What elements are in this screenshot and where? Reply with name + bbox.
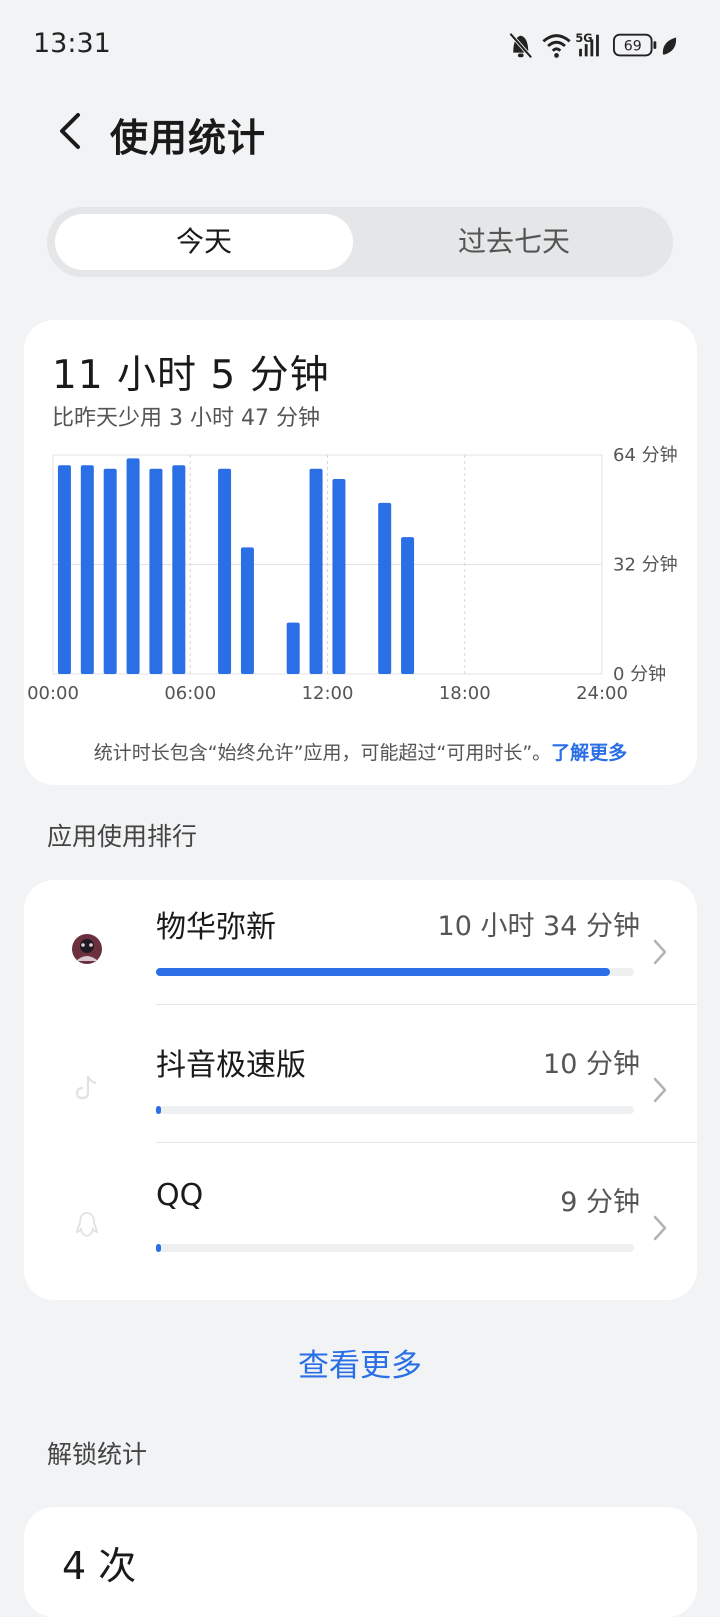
usage-bar-track xyxy=(156,968,634,976)
hourly-usage-chart: 00:00 06:00 12:00 18:00 24:00 64 分钟 32 分钟 0 分钟 xyxy=(27,445,678,704)
usage-bar-hour-5 xyxy=(172,465,186,674)
usage-bar-hour-1 xyxy=(80,465,94,674)
qq-icon xyxy=(75,1212,99,1237)
learn-more-link[interactable]: 了解更多 xyxy=(551,742,627,764)
usage-bar-hour-14 xyxy=(378,502,392,674)
usage-bar-hour-10 xyxy=(286,622,300,674)
usage-bar-track xyxy=(156,1106,634,1114)
x-tick-label: 06:00 xyxy=(164,683,216,704)
row-divider xyxy=(156,1004,697,1005)
unlock-stats-heading: 解锁统计 xyxy=(47,1440,148,1469)
unlock-count: 4 次 xyxy=(62,1544,137,1588)
status-bar: 13:31 5G 69 xyxy=(0,0,720,90)
leaf-icon xyxy=(662,37,677,55)
usage-note: 统计时长包含“始终允许”应用，可能超过“可用时长”。了解更多 xyxy=(24,738,697,765)
app-usage-time: 9 分钟 xyxy=(560,1187,640,1218)
app-ranking-card: 物华弥新 10 小时 34 分钟 抖音极速版 10 分钟 QQ 9 分钟 xyxy=(24,880,697,1300)
status-icons: 5G 69 xyxy=(508,32,677,59)
app-avatar-icon xyxy=(72,934,102,964)
usage-bar-hour-3 xyxy=(126,458,140,674)
usage-note-text: 统计时长包含“始终允许”应用，可能超过“可用时长”。 xyxy=(93,742,552,764)
usage-bar-hour-11 xyxy=(309,468,323,674)
y-tick-label: 32 分钟 xyxy=(613,555,678,576)
x-tick-label: 24:00 xyxy=(576,683,628,704)
usage-bar-hour-7 xyxy=(218,468,232,674)
usage-bar-fill xyxy=(156,1106,161,1114)
y-tick-label: 0 分钟 xyxy=(613,664,666,685)
ranking-row-2[interactable]: 抖音极速版 10 分钟 xyxy=(24,1018,697,1158)
app-name: 抖音极速版 xyxy=(156,1048,306,1083)
header: 使用统计 xyxy=(0,95,720,175)
usage-bar-track xyxy=(156,1244,634,1252)
usage-summary-card: 11 小时 5 分钟 比昨天少用 3 小时 47 分钟 00:00 06:00 12… xyxy=(24,320,697,785)
tab-past-seven-days[interactable]: 过去七天 xyxy=(363,214,665,270)
usage-bar-fill xyxy=(156,968,611,976)
unlock-stats-card: 4 次 xyxy=(24,1507,697,1617)
chevron-right-icon xyxy=(653,1077,667,1103)
row-divider xyxy=(156,1142,697,1143)
app-usage-time: 10 分钟 xyxy=(543,1049,640,1080)
total-usage-time: 11 小时 5 分钟 xyxy=(52,353,330,398)
usage-bar-hour-0 xyxy=(57,465,71,674)
ranking-row-3[interactable]: QQ 9 分钟 xyxy=(24,1156,697,1296)
y-tick-label: 64 分钟 xyxy=(613,445,678,466)
app-usage-time: 10 小时 34 分钟 xyxy=(437,911,640,942)
status-time: 13:31 xyxy=(33,28,111,59)
usage-bar-hour-2 xyxy=(103,468,117,674)
usage-bar-fill xyxy=(156,1244,161,1252)
app-name: 物华弥新 xyxy=(156,910,276,945)
view-more-button[interactable]: 查看更多 xyxy=(0,1340,720,1385)
chevron-right-icon xyxy=(653,939,667,965)
app-name: QQ xyxy=(156,1178,204,1213)
x-tick-label: 12:00 xyxy=(302,683,354,704)
svg-text:5G: 5G xyxy=(575,32,592,45)
usage-bar-hour-15 xyxy=(401,537,415,674)
tab-today[interactable]: 今天 xyxy=(55,214,353,270)
app-ranking-heading: 应用使用排行 xyxy=(47,822,198,851)
usage-bar-hour-12 xyxy=(332,478,346,674)
ranking-row-1[interactable]: 物华弥新 10 小时 34 分钟 xyxy=(24,880,697,1020)
wifi-icon xyxy=(542,34,571,58)
usage-bar-hour-4 xyxy=(149,468,163,674)
signal-5g-icon: 5G xyxy=(575,32,599,57)
page-title: 使用统计 xyxy=(110,116,267,160)
x-tick-label: 18:00 xyxy=(439,683,491,704)
svg-text:69: 69 xyxy=(624,39,642,55)
mute-bell-icon xyxy=(508,32,533,59)
douyin-icon xyxy=(75,1075,97,1100)
back-arrow-icon[interactable] xyxy=(50,109,94,153)
chevron-right-icon xyxy=(653,1215,667,1241)
usage-comparison: 比昨天少用 3 小时 47 分钟 xyxy=(52,406,320,431)
usage-bar-hour-8 xyxy=(240,547,254,674)
battery-icon: 69 xyxy=(613,33,657,57)
x-tick-label: 00:00 xyxy=(27,683,79,704)
period-tabs: 今天 过去七天 xyxy=(47,207,673,277)
